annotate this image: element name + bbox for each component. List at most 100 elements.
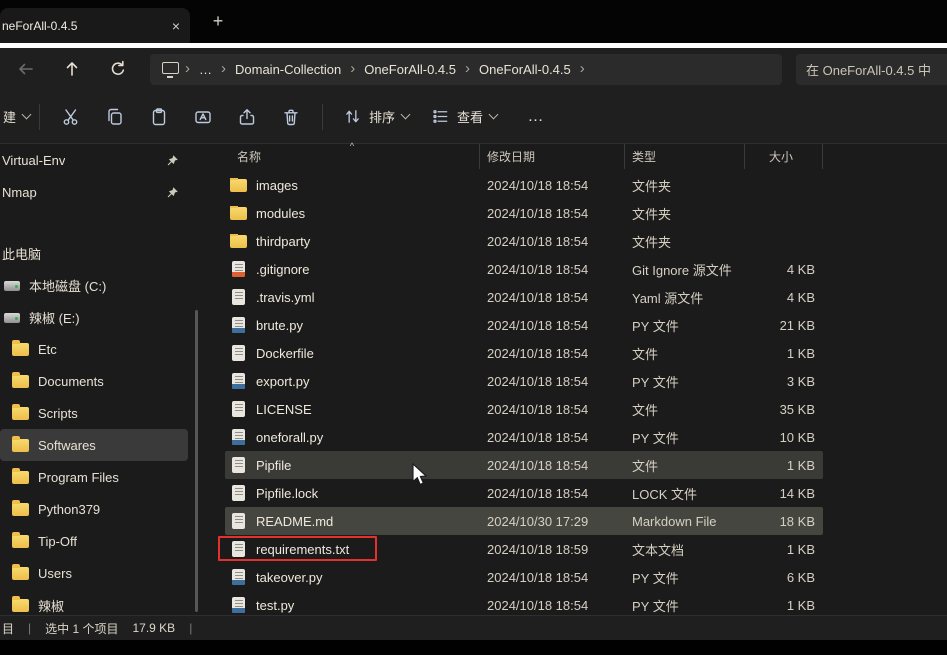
file-icon: [232, 457, 245, 473]
drive-icon: [4, 313, 20, 323]
file-date: 2024/10/18 18:54: [487, 205, 589, 221]
sidebar-item-python379[interactable]: Python379: [0, 493, 188, 525]
file-row[interactable]: export.py 2024/10/18 18:54 PY 文件 3 KB: [225, 367, 823, 395]
file-name: brute.py: [256, 317, 303, 333]
column-header-row: ^ 名称 修改日期 类型 大小: [225, 141, 947, 169]
file-row[interactable]: requirements.txt 2024/10/18 18:59 文本文档 1…: [218, 535, 823, 563]
refresh-button[interactable]: [98, 54, 138, 84]
sidebar-item-label: Documents: [38, 373, 104, 389]
status-divider: |: [28, 621, 32, 635]
paste-button[interactable]: [137, 99, 181, 135]
sidebar-item-label: 辣椒: [38, 598, 65, 614]
file-name: Pipfile: [256, 457, 292, 473]
copy-button[interactable]: [93, 99, 137, 135]
up-button[interactable]: [52, 54, 92, 84]
sidebar-item-label: Users: [38, 565, 72, 581]
cut-button[interactable]: [49, 99, 93, 135]
address-bar[interactable]: › … › Domain-Collection › OneForAll-0.4.…: [150, 53, 782, 85]
paste-icon: [152, 107, 166, 125]
sidebar-item-label: Etc: [38, 341, 57, 357]
navigation-bar: › … › Domain-Collection › OneForAll-0.4.…: [0, 48, 947, 90]
file-explorer-window: neForAll-0.4.5 × + › … › Domain-Collecti…: [0, 0, 947, 655]
column-header-type[interactable]: 类型: [625, 144, 745, 169]
file-row[interactable]: brute.py 2024/10/18 18:54 PY 文件 21 KB: [225, 311, 823, 339]
sidebar-item-label: Program Files: [38, 469, 119, 485]
file-name: images: [256, 177, 298, 193]
scrollbar[interactable]: [195, 310, 198, 612]
file-row[interactable]: takeover.py 2024/10/18 18:54 PY 文件 6 KB: [225, 563, 823, 591]
sidebar-item-lajiao[interactable]: 辣椒: [0, 589, 188, 615]
file-row[interactable]: thirdparty 2024/10/18 18:54 文件夹: [225, 227, 823, 255]
sidebar-item-etc[interactable]: Etc: [0, 333, 188, 365]
new-tab-button[interactable]: +: [206, 11, 230, 32]
file-size: 4 KB: [786, 289, 815, 305]
rename-button[interactable]: [181, 99, 225, 135]
sidebar-item-program-files[interactable]: Program Files: [0, 461, 188, 493]
explorer-tab[interactable]: neForAll-0.4.5 ×: [0, 8, 190, 43]
python-file-icon: [232, 373, 245, 389]
content-area: Virtual-Env Nmap 此电脑 本地磁盘 (C:) 辣椒 (E:) E…: [0, 141, 947, 615]
file-type: LOCK 文件: [632, 486, 698, 502]
new-button[interactable]: 建: [0, 99, 32, 135]
sort-button-label: 排序: [369, 110, 396, 125]
folder-icon: [230, 233, 247, 248]
search-input[interactable]: 在 OneForAll-0.4.5 中: [796, 53, 947, 85]
sort-button[interactable]: 排序: [332, 99, 420, 135]
share-button[interactable]: [225, 99, 269, 135]
delete-icon: [284, 109, 298, 125]
file-row[interactable]: .travis.yml 2024/10/18 18:54 Yaml 源文件 4 …: [225, 283, 823, 311]
file-date: 2024/10/18 18:54: [487, 289, 589, 305]
file-row[interactable]: README.md 2024/10/30 17:29 Markdown File…: [225, 507, 823, 535]
sidebar-item-this-pc[interactable]: 此电脑: [0, 237, 188, 269]
sidebar-item-label: 辣椒 (E:): [29, 310, 80, 326]
breadcrumb-overflow[interactable]: …: [192, 58, 219, 81]
sidebar-item-softwares[interactable]: Softwares: [0, 429, 188, 461]
sidebar-item-label: 本地磁盘 (C:): [29, 278, 107, 294]
file-date: 2024/10/18 18:54: [487, 401, 589, 417]
file-date: 2024/10/18 18:54: [487, 485, 589, 501]
sidebar-item-users[interactable]: Users: [0, 557, 188, 589]
back-button[interactable]: [6, 54, 46, 84]
sort-icon: [346, 110, 359, 123]
file-row[interactable]: images 2024/10/18 18:54 文件夹: [225, 171, 823, 199]
sidebar-item-drive-e[interactable]: 辣椒 (E:): [0, 301, 188, 333]
file-row[interactable]: modules 2024/10/18 18:54 文件夹: [225, 199, 823, 227]
taskbar-edge: [0, 640, 947, 655]
file-type: 文件夹: [632, 206, 672, 222]
yaml-file-icon: [232, 289, 245, 305]
file-row[interactable]: Pipfile 2024/10/18 18:54 文件 1 KB: [225, 451, 823, 479]
more-options-button[interactable]: …: [516, 108, 556, 126]
share-icon: [239, 108, 255, 125]
sidebar-item-tip-off[interactable]: Tip-Off: [0, 525, 188, 557]
sidebar-item-nmap[interactable]: Nmap: [0, 176, 188, 208]
delete-button[interactable]: [269, 99, 313, 135]
pin-icon: [166, 186, 179, 199]
sidebar-item-virtual-env[interactable]: Virtual-Env: [0, 144, 188, 176]
back-icon: [19, 63, 33, 75]
toolbar-divider: [39, 103, 41, 130]
file-size: 3 KB: [786, 373, 815, 389]
column-header-size[interactable]: 大小: [745, 144, 823, 169]
file-type: 文件: [632, 346, 659, 362]
file-row[interactable]: LICENSE 2024/10/18 18:54 文件 35 KB: [225, 395, 823, 423]
file-name: Pipfile.lock: [256, 485, 319, 501]
view-button[interactable]: 查看: [420, 99, 508, 135]
tab-bar: neForAll-0.4.5 × +: [0, 0, 947, 43]
file-row[interactable]: Pipfile.lock 2024/10/18 18:54 LOCK 文件 14…: [225, 479, 823, 507]
file-row[interactable]: .gitignore 2024/10/18 18:54 Git Ignore 源…: [225, 255, 823, 283]
sidebar-item-documents[interactable]: Documents: [0, 365, 188, 397]
status-selection: 选中 1 个项目: [45, 621, 119, 636]
sidebar-item-label: Python379: [38, 501, 101, 517]
sidebar-item-drive-c[interactable]: 本地磁盘 (C:): [0, 269, 188, 301]
breadcrumb-item[interactable]: Domain-Collection: [228, 58, 348, 81]
view-button-label: 查看: [457, 110, 484, 125]
file-date: 2024/10/18 18:54: [487, 569, 589, 585]
close-icon[interactable]: ×: [162, 18, 190, 34]
column-header-date[interactable]: 修改日期: [480, 144, 625, 169]
breadcrumb-item[interactable]: OneForAll-0.4.5: [472, 58, 578, 81]
file-row[interactable]: Dockerfile 2024/10/18 18:54 文件 1 KB: [225, 339, 823, 367]
sidebar-item-scripts[interactable]: Scripts: [0, 397, 188, 429]
file-row[interactable]: oneforall.py 2024/10/18 18:54 PY 文件 10 K…: [225, 423, 823, 451]
breadcrumb-item[interactable]: OneForAll-0.4.5: [357, 58, 463, 81]
column-header-name[interactable]: ^ 名称: [225, 141, 480, 169]
